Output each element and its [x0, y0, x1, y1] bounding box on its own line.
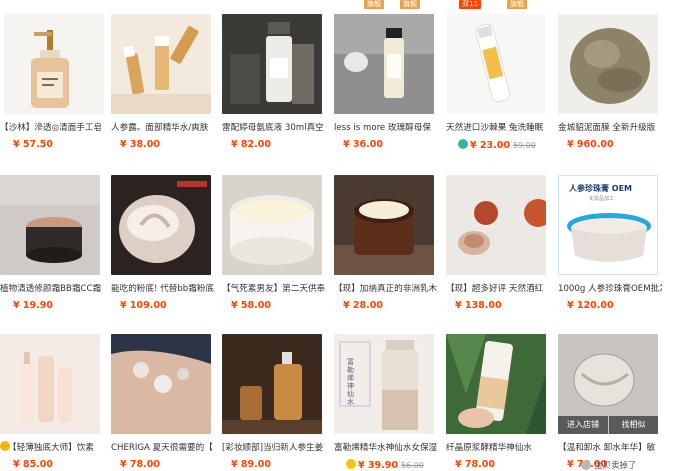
product-image[interactable]: [446, 14, 546, 114]
product-image[interactable]: 富勒烯神仙水: [334, 334, 434, 434]
product-title[interactable]: less is more 玫瑰醇母保: [334, 121, 438, 133]
product-title[interactable]: 能吃的粉底! 代替bb霜粉底: [111, 282, 215, 294]
gold-badge-icon: [346, 459, 356, 469]
product-price: ¥ 39.90 56.00: [346, 459, 424, 471]
product-image[interactable]: 进入店铺 找相似: [558, 334, 658, 434]
product-image[interactable]: [334, 14, 434, 114]
product-title[interactable]: 植物清透修颜霜BB霜CC霜: [0, 282, 104, 294]
product-image[interactable]: [222, 334, 322, 434]
gold-badge-icon: [0, 441, 10, 451]
product-price: ¥ 109.00: [120, 300, 167, 311]
product-price: ¥ 57.50: [13, 139, 53, 150]
product-image[interactable]: [222, 14, 322, 114]
bottle-label: 富勒烯神仙水: [347, 358, 354, 406]
product-image[interactable]: 人参珍珠膏 OEM 化妆品加工: [558, 175, 658, 275]
product-title[interactable]: 【现】超多好评 天然酒红: [446, 282, 550, 294]
product-title[interactable]: 人参露。面部精华水/爽肤: [111, 121, 215, 133]
product-image[interactable]: [111, 175, 211, 275]
product-price: ¥ 78.00: [455, 459, 495, 470]
product-title[interactable]: 【气死素男友】第二天供奉: [222, 282, 326, 294]
product-image[interactable]: [334, 175, 434, 275]
product-price: ¥ 89.00: [231, 459, 271, 470]
hot-tag: 旗舰: [364, 0, 384, 9]
product-price: ¥ 138.00: [455, 300, 502, 311]
product-image[interactable]: [4, 14, 104, 114]
product-title[interactable]: 纤晶原浆酵精华神仙水: [446, 441, 550, 453]
product-price: ¥ 19.90: [13, 300, 53, 311]
product-image[interactable]: [558, 14, 658, 114]
product-title[interactable]: 【现】加纳真正的非洲乳木: [334, 282, 438, 294]
product-price: ¥ 78.00: [120, 459, 160, 470]
hot-tag: 旗舰: [507, 0, 527, 9]
product-image[interactable]: [446, 334, 546, 434]
product-price: ¥ 960.00: [567, 139, 614, 150]
product-image[interactable]: [222, 175, 322, 275]
product-price: ¥ 58.00: [231, 300, 271, 311]
product-image[interactable]: [0, 334, 100, 434]
product-image[interactable]: [111, 14, 211, 114]
product-price: ¥ 28.00: [343, 300, 383, 311]
tmall-coin-icon: [458, 139, 468, 149]
product-title[interactable]: 雷配婷母氨底液 30ml真空: [222, 121, 326, 133]
product-price: ¥ 85.00: [13, 459, 53, 470]
product-title[interactable]: 天然进口沙棘果 兔洗睡眠: [446, 121, 550, 133]
product-price: ¥ 120.00: [567, 300, 614, 311]
enter-shop-button[interactable]: 进入店铺: [558, 416, 608, 434]
product-price: ¥ 82.00: [231, 139, 271, 150]
product-title[interactable]: CHERIGA 夏天很需要的【: [111, 441, 215, 453]
product-image[interactable]: [0, 175, 100, 275]
product-title[interactable]: 【温和卸水 卸水年华】敏: [558, 441, 662, 453]
product-title[interactable]: 1000g 人参珍珠膏OEM批发: [558, 282, 662, 294]
product-title[interactable]: 【沙林】滲透◎清面手工皂: [0, 121, 104, 133]
hot-tag: 旗舰: [400, 0, 420, 9]
product-price: ¥ 23.00 59.00: [458, 139, 536, 151]
product-image[interactable]: [111, 334, 211, 434]
product-image[interactable]: [446, 175, 546, 275]
product-price: ¥ 38.00: [120, 139, 160, 150]
hot-tag: 双11: [459, 0, 481, 9]
product-grid: 旗舰 旗舰 双11 旗舰 【沙林】滲透◎清面手工皂 ¥ 57.50 人参露。面部…: [0, 0, 689, 471]
product-title[interactable]: [彩妆顺部]当归新人参生姜: [222, 441, 326, 453]
product-price: ¥ 36.00: [343, 139, 383, 150]
find-similar-button[interactable]: 找相似: [609, 416, 658, 434]
product-title[interactable]: 富勒烯精华水神仙水女保湿: [334, 441, 438, 453]
product-title[interactable]: 【轻薄独底大师】饮素: [8, 441, 112, 453]
product-title[interactable]: 金城貂泥面膜 全新升级版: [558, 121, 662, 133]
seller-note: 宝贝卖掉了: [581, 459, 637, 471]
